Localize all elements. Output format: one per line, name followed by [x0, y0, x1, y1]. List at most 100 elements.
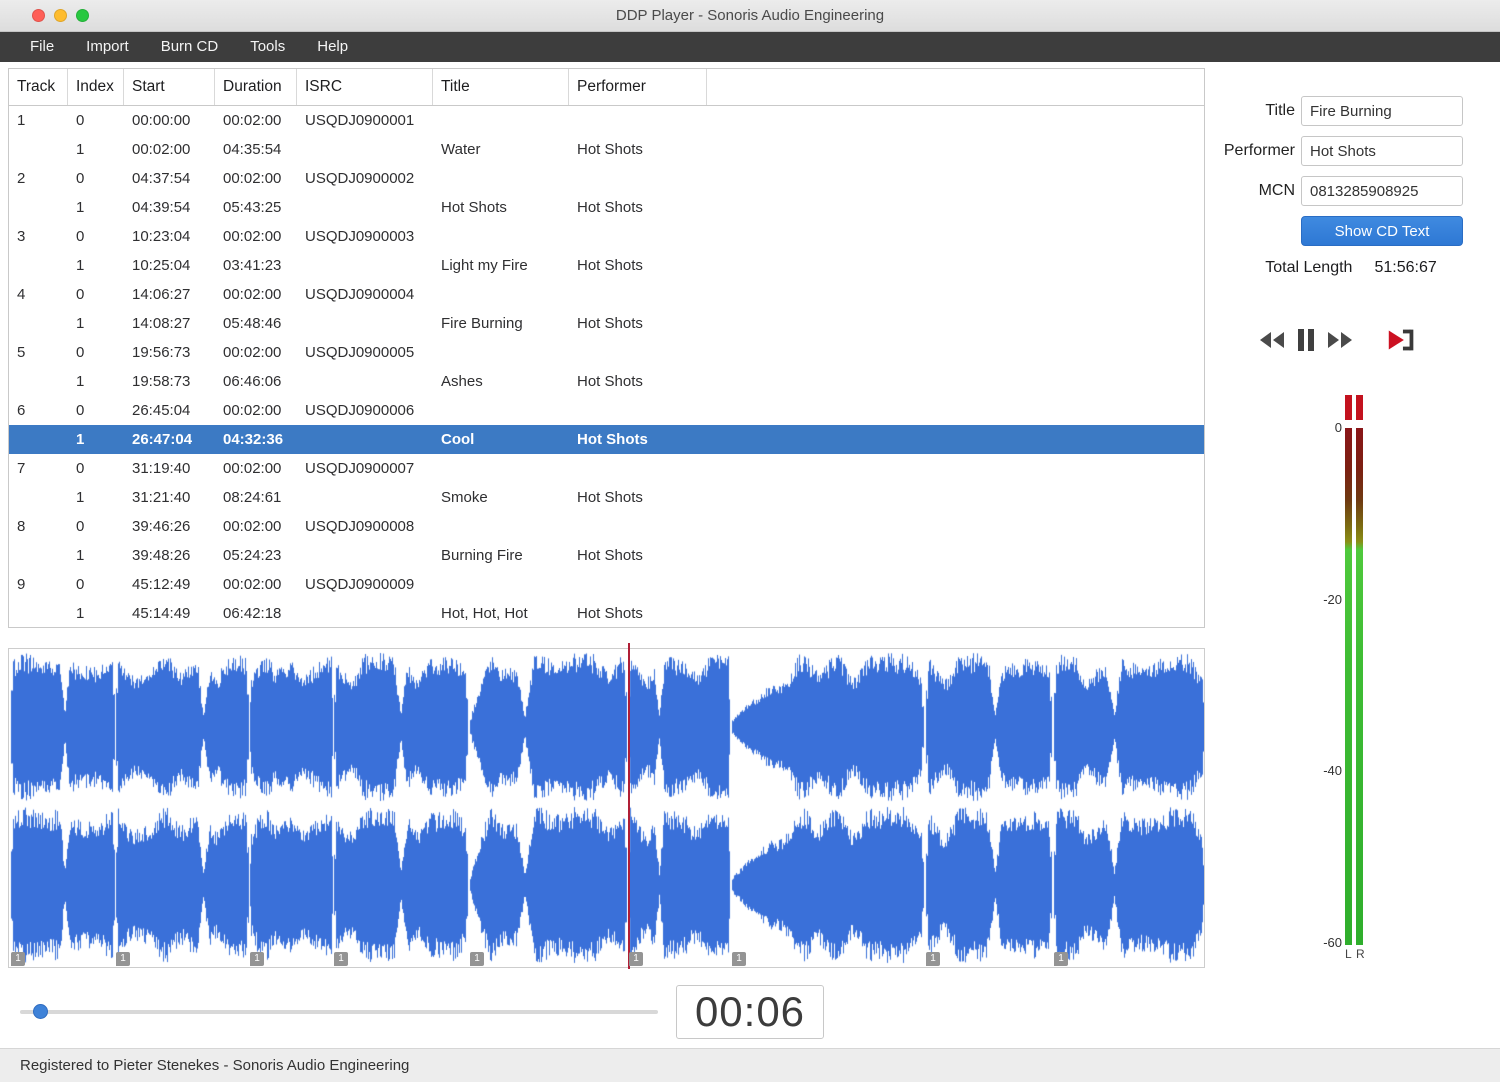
- seek-slider-track[interactable]: [20, 1010, 658, 1014]
- meter-scale-minus40: -40: [1323, 763, 1342, 778]
- track-table: Track Index Start Duration ISRC Title Performe…: [8, 68, 1205, 628]
- waveform-display[interactable]: 1 1 1 1 1 1 1 1 1: [8, 643, 1205, 969]
- cell-performer: [569, 222, 707, 251]
- table-row[interactable]: 1 19:58:73 06:46:06 Ashes Hot Shots: [9, 367, 1204, 396]
- table-row[interactable]: 1 0 00:00:00 00:02:00 USQDJ0900001: [9, 106, 1204, 135]
- cell-index: 0: [76, 112, 85, 129]
- column-header-title[interactable]: Title: [433, 69, 569, 105]
- fast-forward-button[interactable]: [1323, 324, 1357, 356]
- play-to-marker-button[interactable]: [1385, 324, 1419, 356]
- menu-bar: File Import Burn CD Tools Help: [0, 32, 1500, 62]
- cell-title: [433, 222, 569, 251]
- meter-scale-minus60: -60: [1323, 934, 1342, 950]
- track-index-marker[interactable]: 1: [1054, 952, 1068, 966]
- table-row[interactable]: 1 31:21:40 08:24:61 Smoke Hot Shots: [9, 483, 1204, 512]
- meter-bar-left: [1345, 428, 1352, 945]
- track-index-marker[interactable]: 1: [629, 952, 643, 966]
- column-header-track[interactable]: Track: [9, 69, 68, 105]
- cell-index: 1: [76, 431, 85, 448]
- playhead-cursor[interactable]: [628, 643, 630, 969]
- waveform-canvas[interactable]: [9, 649, 1204, 967]
- cell-performer: Hot Shots: [577, 489, 643, 506]
- column-header-index[interactable]: Index: [68, 69, 124, 105]
- cell-index: 0: [76, 460, 85, 477]
- table-row[interactable]: 1 10:25:04 03:41:23 Light my Fire Hot Shots: [9, 251, 1204, 280]
- cell-filler: [707, 193, 1204, 222]
- table-row[interactable]: 1 14:08:27 05:48:46 Fire Burning Hot Shots: [9, 309, 1204, 338]
- cell-duration: 06:46:06: [223, 373, 282, 390]
- cell-filler: [707, 570, 1204, 599]
- show-cd-text-button[interactable]: Show CD Text: [1301, 216, 1463, 246]
- pause-button[interactable]: [1289, 324, 1323, 356]
- cell-isrc: USQDJ0900006: [305, 402, 415, 419]
- track-index-marker[interactable]: 1: [250, 952, 264, 966]
- table-row[interactable]: 3 0 10:23:04 00:02:00 USQDJ0900003: [9, 222, 1204, 251]
- close-button[interactable]: [32, 9, 45, 22]
- seek-slider[interactable]: [20, 1004, 658, 1020]
- table-row[interactable]: 1 00:02:00 04:35:54 Water Hot Shots: [9, 135, 1204, 164]
- column-header-start[interactable]: Start: [124, 69, 215, 105]
- table-row[interactable]: 2 0 04:37:54 00:02:00 USQDJ0900002: [9, 164, 1204, 193]
- track-index-marker[interactable]: 1: [926, 952, 940, 966]
- table-row[interactable]: 1 26:47:04 04:32:36 Cool Hot Shots: [9, 425, 1204, 454]
- column-header-duration[interactable]: Duration: [215, 69, 297, 105]
- cell-start: 26:47:04: [132, 431, 193, 448]
- level-meters: 0 -20 -40 -60 L R: [1318, 395, 1388, 975]
- menu-tools[interactable]: Tools: [234, 32, 301, 62]
- table-row[interactable]: 8 0 39:46:26 00:02:00 USQDJ0900008: [9, 512, 1204, 541]
- cell-filler: [707, 541, 1204, 570]
- cell-index: 1: [76, 315, 85, 332]
- cell-isrc: USQDJ0900004: [305, 286, 415, 303]
- minimize-button[interactable]: [54, 9, 67, 22]
- cell-performer: Hot Shots: [577, 199, 643, 216]
- cell-title: Smoke: [441, 489, 488, 506]
- traffic-lights: [32, 0, 89, 31]
- track-index-marker[interactable]: 1: [11, 952, 25, 966]
- menu-file[interactable]: File: [14, 32, 70, 62]
- table-row[interactable]: 4 0 14:06:27 00:02:00 USQDJ0900004: [9, 280, 1204, 309]
- table-row[interactable]: 9 0 45:12:49 00:02:00 USQDJ0900009: [9, 570, 1204, 599]
- zoom-button[interactable]: [76, 9, 89, 22]
- menu-help[interactable]: Help: [301, 32, 364, 62]
- cell-index: 0: [76, 286, 85, 303]
- cell-title: Burning Fire: [441, 547, 523, 564]
- track-index-marker[interactable]: 1: [116, 952, 130, 966]
- track-index-marker[interactable]: 1: [732, 952, 746, 966]
- menu-import[interactable]: Import: [70, 32, 145, 62]
- title-bar: DDP Player - Sonoris Audio Engineering: [0, 0, 1500, 32]
- cell-isrc: USQDJ0900003: [305, 228, 415, 245]
- cell-track: 9: [17, 576, 26, 593]
- meter-bar-right: [1356, 428, 1363, 945]
- cell-index: 1: [76, 257, 85, 274]
- title-field[interactable]: [1301, 96, 1463, 126]
- cell-duration: 00:02:00: [223, 170, 282, 187]
- track-index-marker[interactable]: 1: [334, 952, 348, 966]
- cell-filler: [707, 106, 1204, 135]
- table-row[interactable]: 6 0 26:45:04 00:02:00 USQDJ0900006: [9, 396, 1204, 425]
- cell-track: 6: [17, 402, 26, 419]
- cell-track: 8: [17, 518, 26, 535]
- cell-performer: Hot Shots: [577, 547, 643, 564]
- table-row[interactable]: 1 04:39:54 05:43:25 Hot Shots Hot Shots: [9, 193, 1204, 222]
- cell-isrc: USQDJ0900002: [305, 170, 415, 187]
- cell-duration: 00:02:00: [223, 112, 282, 129]
- cell-start: 04:39:54: [132, 199, 191, 216]
- column-header-performer[interactable]: Performer: [569, 69, 707, 105]
- mcn-field[interactable]: [1301, 176, 1463, 206]
- table-row[interactable]: 1 39:48:26 05:24:23 Burning Fire Hot Shots: [9, 541, 1204, 570]
- cell-filler: [707, 309, 1204, 338]
- menu-burn-cd[interactable]: Burn CD: [145, 32, 235, 62]
- seek-slider-knob[interactable]: [33, 1004, 48, 1019]
- table-row[interactable]: 7 0 31:19:40 00:02:00 USQDJ0900007: [9, 454, 1204, 483]
- rewind-button[interactable]: [1255, 324, 1289, 356]
- cell-index: 1: [76, 489, 85, 506]
- cell-duration: 05:24:23: [223, 547, 282, 564]
- table-row[interactable]: 5 0 19:56:73 00:02:00 USQDJ0900005: [9, 338, 1204, 367]
- meter-right-channel: [1356, 395, 1363, 945]
- cell-title: [433, 570, 569, 599]
- track-index-marker[interactable]: 1: [470, 952, 484, 966]
- cell-duration: 08:24:61: [223, 489, 282, 506]
- table-row[interactable]: 1 45:14:49 06:42:18 Hot, Hot, Hot Hot Shots: [9, 599, 1204, 628]
- performer-field[interactable]: [1301, 136, 1463, 166]
- column-header-isrc[interactable]: ISRC: [297, 69, 433, 105]
